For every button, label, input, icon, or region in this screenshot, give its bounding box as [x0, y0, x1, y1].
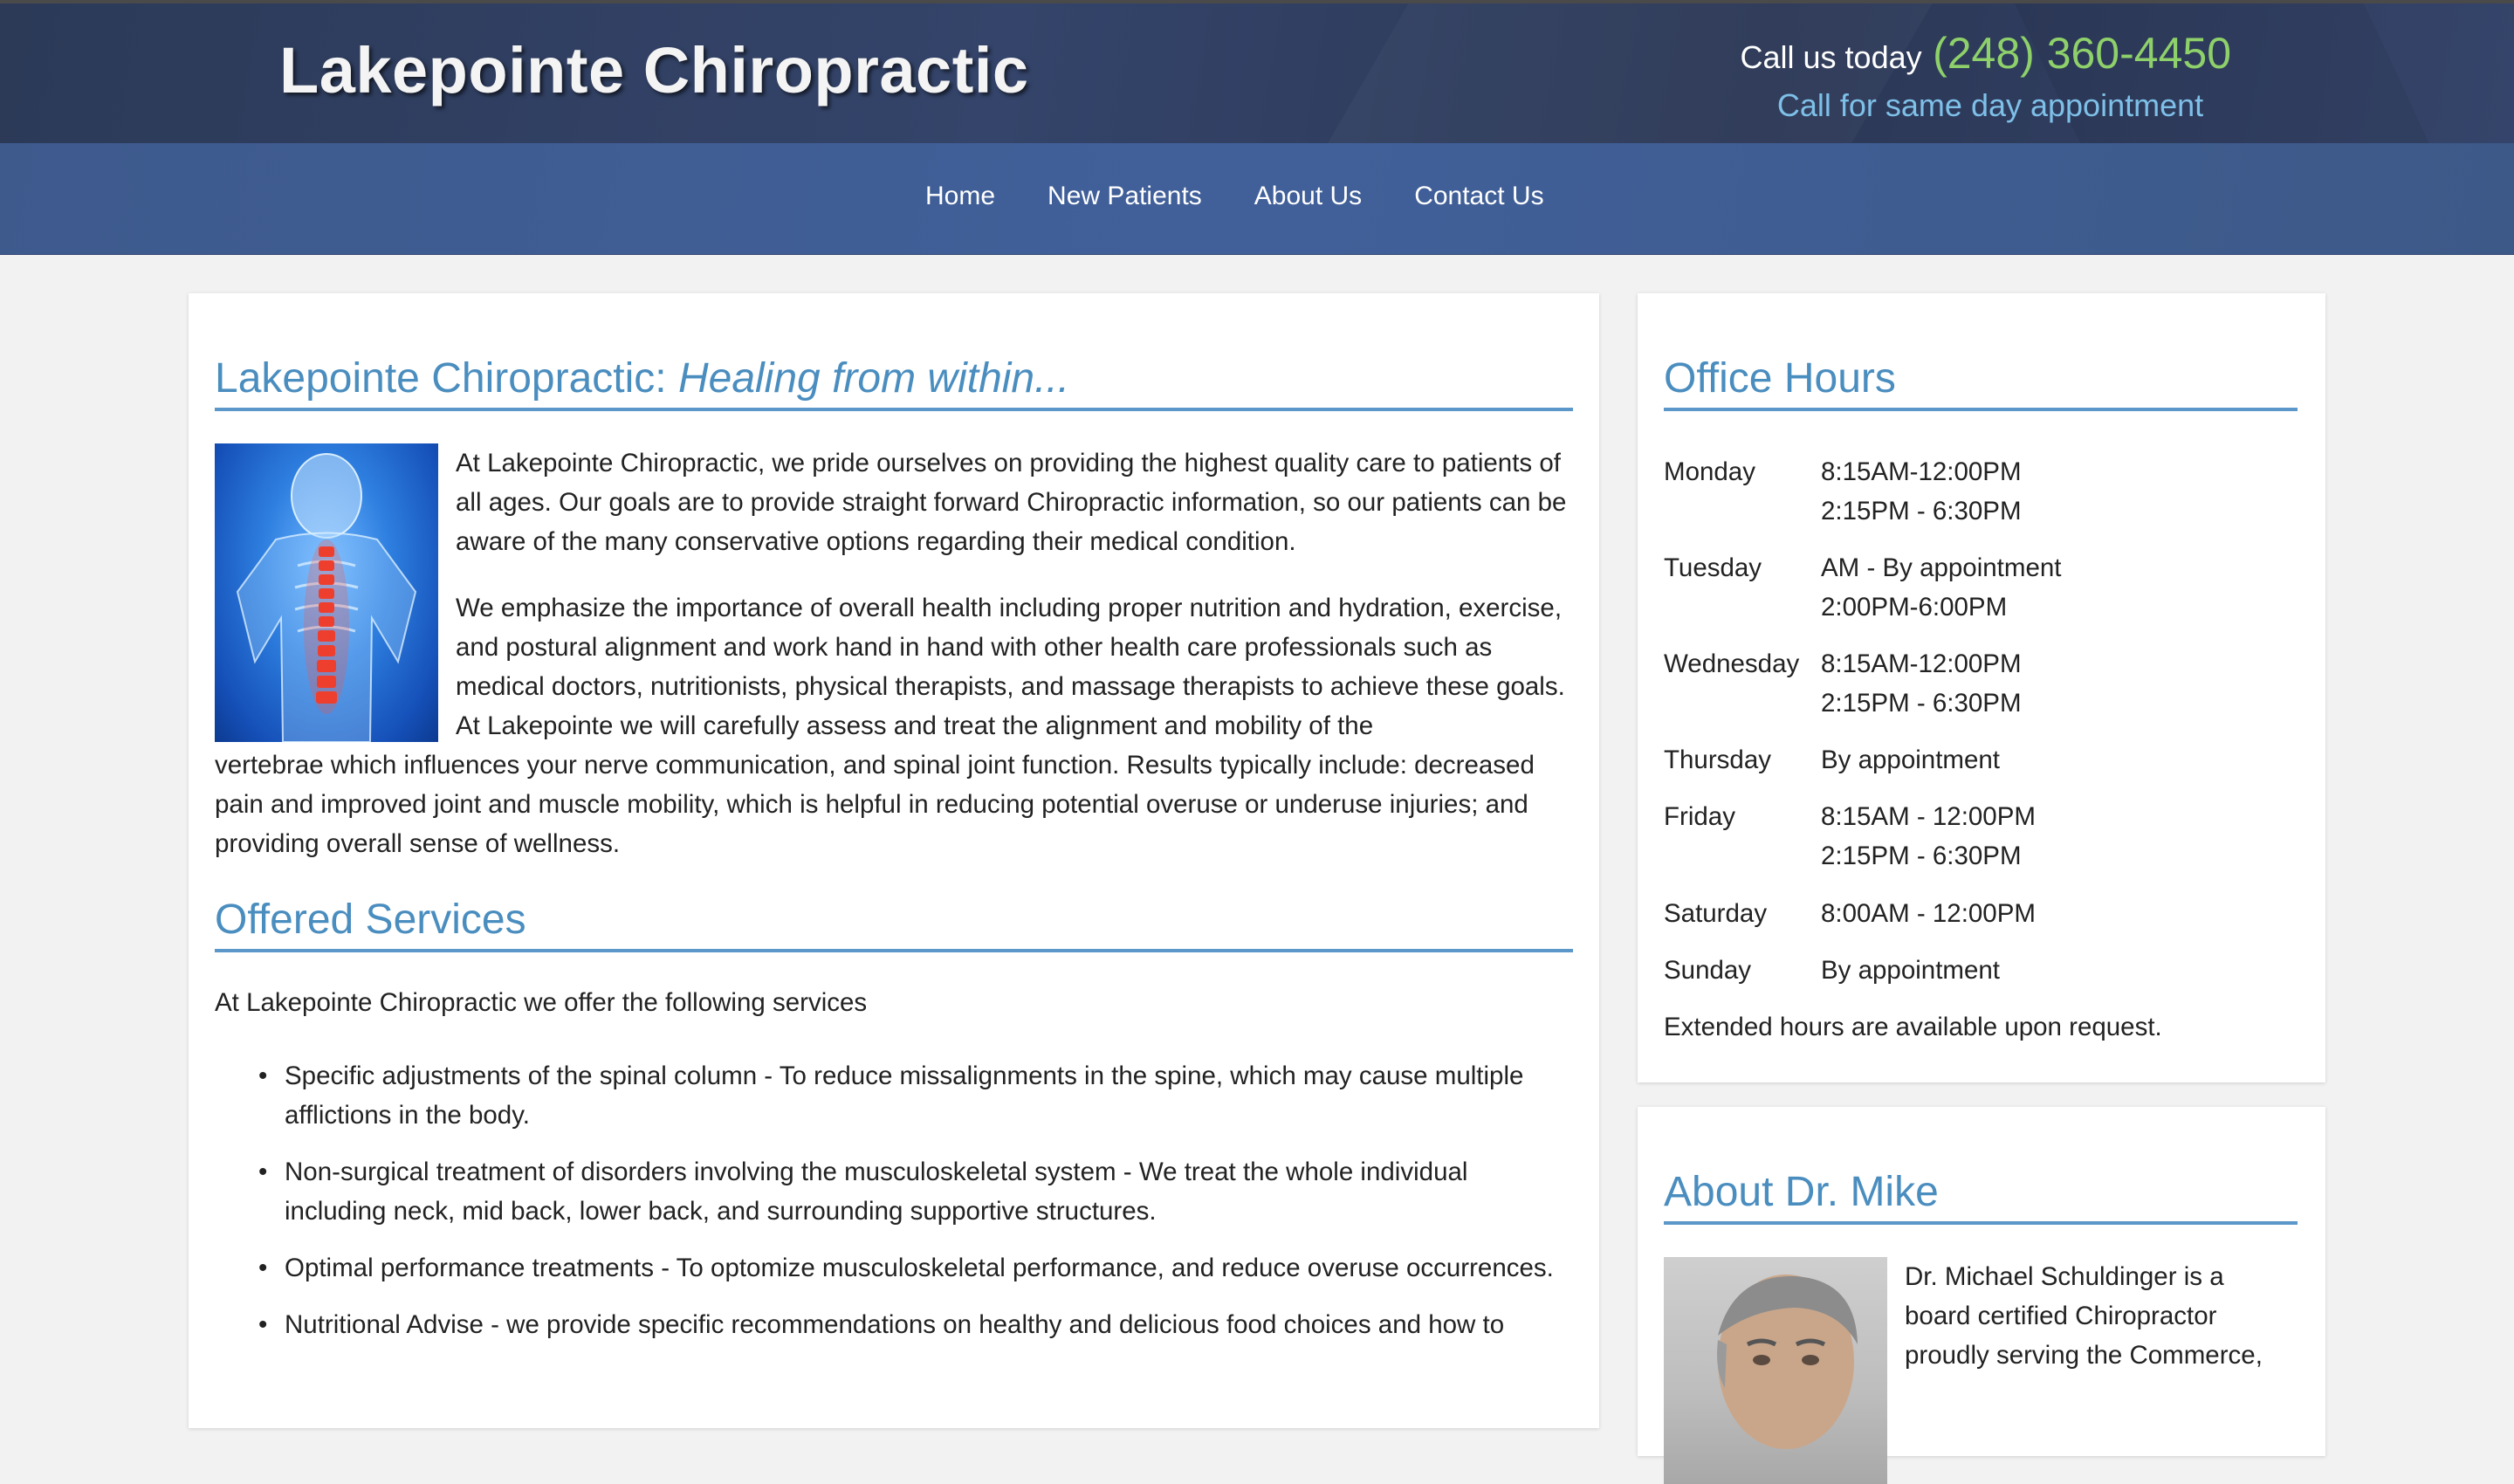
- hours-time: By appointment: [1821, 745, 2000, 774]
- office-hours-heading: Office Hours: [1664, 354, 2298, 411]
- hours-day: Friday: [1664, 802, 1735, 831]
- nav-home[interactable]: Home: [925, 182, 995, 211]
- hours-day: Tuesday: [1664, 553, 1762, 582]
- hours-time-line1: 8:15AM - 12:00PM: [1821, 802, 2036, 831]
- hours-time-line1: 8:15AM-12:00PM: [1821, 649, 2022, 678]
- list-item: Optimal performance treatments - To opto…: [258, 1248, 1576, 1288]
- about-doctor-heading: About Dr. Mike: [1664, 1168, 2298, 1225]
- hours-time-line1: AM - By appointment: [1821, 553, 2062, 582]
- spine-illustration: [236, 453, 417, 742]
- site-title[interactable]: Lakepointe Chiropractic: [279, 33, 1029, 107]
- phone-link[interactable]: (248) 360-4450: [1933, 29, 2231, 78]
- services-heading: Offered Services: [215, 896, 1573, 952]
- main-nav: Home New Patients About Us Contact Us: [0, 143, 2514, 255]
- hours-time: 8:15AM-12:00PM 2:15PM - 6:30PM: [1821, 452, 2022, 531]
- list-item: Non-surgical treatment of disorders invo…: [258, 1152, 1576, 1231]
- hours-day: Monday: [1664, 457, 1755, 486]
- nav-new-patients[interactable]: New Patients: [1048, 182, 1202, 211]
- doctor-portrait: [1717, 1274, 1858, 1449]
- hours-day: Thursday: [1664, 745, 1771, 774]
- hours-time: 8:15AM - 12:00PM 2:15PM - 6:30PM: [1821, 797, 2036, 876]
- hours-time-line1: 8:15AM-12:00PM: [1821, 457, 2022, 486]
- services-intro: At Lakepointe Chiropractic we offer the …: [215, 988, 868, 1017]
- call-label: Call us today: [1740, 39, 1922, 75]
- nav-contact-us[interactable]: Contact Us: [1414, 182, 1543, 211]
- hours-time-line2: 2:15PM - 6:30PM: [1821, 842, 2022, 870]
- site-header: Lakepointe Chiropractic Call us today (2…: [0, 0, 2514, 143]
- doctor-photo: [1664, 1257, 1887, 1484]
- services-list: Specific adjustments of the spinal colum…: [258, 1056, 1576, 1362]
- intro-paragraph-2-part-2: vertebrae which influences your nerve co…: [215, 751, 1535, 858]
- intro-heading-tagline: Healing from within...: [677, 355, 1070, 402]
- intro-heading: Lakepointe Chiropractic: Healing from wi…: [215, 354, 1573, 411]
- hours-time: By appointment: [1821, 956, 2000, 985]
- intro-heading-text: Lakepointe Chiropractic:: [215, 355, 678, 402]
- about-doctor-text: Dr. Michael Schuldinger is a board certi…: [1905, 1262, 2263, 1370]
- nav-about-us[interactable]: About Us: [1254, 182, 1362, 211]
- hours-time: 8:00AM - 12:00PM: [1821, 899, 2036, 928]
- same-day-note: Call for same day appointment: [1776, 87, 2204, 123]
- hours-time: AM - By appointment 2:00PM-6:00PM: [1821, 548, 2061, 627]
- hours-day: Saturday: [1664, 899, 1768, 928]
- hours-day: Sunday: [1664, 956, 1752, 985]
- hours-time: 8:15AM-12:00PM 2:15PM - 6:30PM: [1821, 644, 2022, 723]
- hours-time-line2: 2:15PM - 6:30PM: [1821, 689, 2022, 718]
- intro-paragraph-1: At Lakepointe Chiropractic, we pride our…: [456, 449, 1567, 556]
- extended-hours-note: Extended hours are available upon reques…: [1664, 1013, 2162, 1041]
- call-line: Call us today (248) 360-4450: [1741, 28, 2231, 79]
- hours-day: Wednesday: [1664, 649, 1800, 678]
- hours-time-line2: 2:15PM - 6:30PM: [1821, 497, 2022, 526]
- spine-image: [215, 443, 438, 742]
- intro-paragraph-2-part-1: We emphasize the importance of overall h…: [456, 594, 1565, 740]
- office-hours-card: Office Hours Monday 8:15AM-12:00PM 2:15PM…: [1638, 293, 2325, 1082]
- list-item: Nutritional Advise - we provide specific…: [258, 1305, 1576, 1344]
- hours-time-line2: 2:00PM-6:00PM: [1821, 593, 2008, 622]
- list-item: Specific adjustments of the spinal colum…: [258, 1056, 1576, 1135]
- about-doctor-card: About Dr. Mike Dr. Michael Schuldinger i…: [1638, 1107, 2325, 1484]
- main-content: Lakepointe Chiropractic: Healing from wi…: [189, 293, 1599, 1428]
